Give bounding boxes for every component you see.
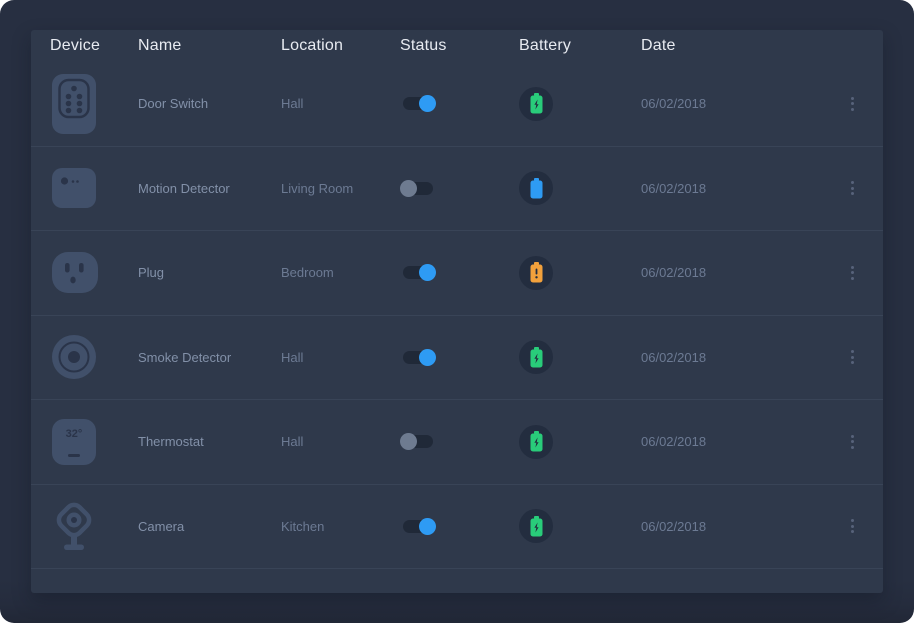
remote-icon [50,74,138,134]
more-options-button[interactable] [843,177,861,199]
device-date: 06/02/2018 [641,265,813,280]
device-name: Door Switch [138,96,281,111]
status-toggle[interactable] [403,266,433,279]
device-date: 06/02/2018 [641,519,813,534]
table-row: Motion Detector Living Room 06/02/2018 [31,147,883,232]
table-row: Smoke Detector Hall 06/02/2018 [31,316,883,401]
motion-detector-icon [50,168,138,208]
status-toggle[interactable] [403,182,433,195]
app-background: Device Name Location Status Battery Date… [0,0,914,623]
device-name: Camera [138,519,281,534]
battery-icon [519,509,553,543]
column-header-device: Device [50,37,138,55]
device-location: Hall [281,96,400,111]
device-date: 06/02/2018 [641,434,813,449]
more-options-button[interactable] [843,346,861,368]
device-location: Bedroom [281,265,400,280]
battery-icon [519,340,553,374]
smoke-detector-icon [50,335,138,379]
more-options-button[interactable] [843,93,861,115]
device-location: Hall [281,434,400,449]
battery-icon [519,425,553,459]
battery-icon [519,171,553,205]
status-toggle[interactable] [403,351,433,364]
device-date: 06/02/2018 [641,350,813,365]
column-header-status: Status [400,37,519,55]
device-location: Hall [281,350,400,365]
device-location: Living Room [281,181,400,196]
column-header-location: Location [281,37,400,55]
table-row: 32° Thermostat Hall 06/02/2018 [31,400,883,485]
column-header-date: Date [641,37,813,55]
status-toggle[interactable] [403,435,433,448]
devices-table: Device Name Location Status Battery Date… [31,30,883,593]
device-name: Smoke Detector [138,350,281,365]
device-location: Kitchen [281,519,400,534]
column-header-battery: Battery [519,37,641,55]
more-options-button[interactable] [843,431,861,453]
camera-icon [50,500,138,553]
column-header-name: Name [138,37,281,55]
more-options-button[interactable] [843,515,861,537]
battery-icon [519,87,553,121]
table-row: Camera Kitchen 06/02/2018 [31,485,883,570]
device-date: 06/02/2018 [641,96,813,111]
plug-icon [50,252,138,294]
more-options-button[interactable] [843,262,861,284]
thermostat-reading: 32° [66,428,83,440]
status-toggle[interactable] [403,520,433,533]
thermostat-icon: 32° [50,419,138,465]
table-row: Plug Bedroom 06/02/2018 [31,231,883,316]
table-row: Door Switch Hall 06/02/2018 [31,62,883,147]
battery-icon [519,256,553,290]
device-name: Thermostat [138,434,281,449]
device-date: 06/02/2018 [641,181,813,196]
status-toggle[interactable] [403,97,433,110]
device-name: Motion Detector [138,181,281,196]
table-header: Device Name Location Status Battery Date [31,30,883,62]
device-name: Plug [138,265,281,280]
